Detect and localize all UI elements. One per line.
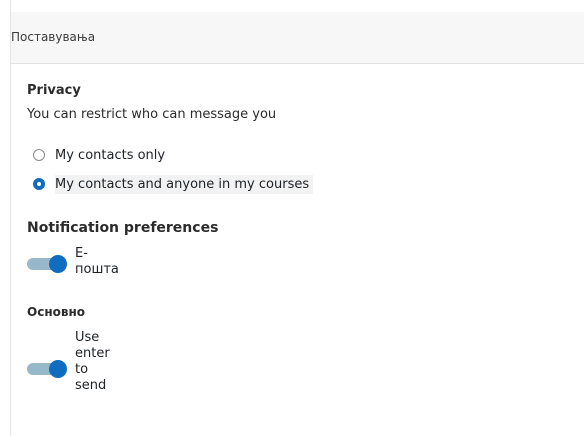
radio-button-contacts-and-courses[interactable] bbox=[33, 178, 45, 190]
page-title: Поставувања bbox=[11, 30, 96, 44]
notification-preferences-title: Notification preferences bbox=[27, 220, 219, 236]
settings-panel: Поставувања Privacy You can restrict who… bbox=[10, 0, 584, 436]
radio-button-contacts-only[interactable] bbox=[33, 149, 45, 161]
enter-to-send-label: Use enter to send bbox=[75, 330, 110, 394]
radio-option-contacts-only[interactable]: My contacts only bbox=[33, 144, 169, 166]
privacy-section-title: Privacy bbox=[27, 83, 81, 98]
toggle-knob bbox=[49, 360, 67, 378]
email-toggle-label: Е- пошта bbox=[75, 246, 119, 278]
panel-header: Поставувања bbox=[11, 12, 584, 64]
enter-label-line2: enter bbox=[75, 346, 110, 361]
enter-label-line1: Use bbox=[75, 330, 100, 345]
radio-label-contacts-and-courses: My contacts and anyone in my courses bbox=[55, 174, 314, 194]
email-notification-toggle[interactable] bbox=[27, 255, 67, 273]
email-label-line2: пошта bbox=[75, 262, 119, 277]
privacy-description: You can restrict who can message you bbox=[27, 107, 277, 122]
enter-label-line4: send bbox=[75, 378, 107, 393]
email-label-line1: Е- bbox=[75, 246, 88, 261]
radio-option-contacts-and-courses[interactable]: My contacts and anyone in my courses bbox=[33, 173, 314, 195]
enter-to-send-toggle[interactable] bbox=[27, 360, 67, 378]
general-section-title: Основно bbox=[27, 305, 85, 319]
enter-label-line3: to bbox=[75, 362, 89, 377]
toggle-knob bbox=[49, 255, 67, 273]
radio-label-contacts-only: My contacts only bbox=[55, 147, 166, 163]
